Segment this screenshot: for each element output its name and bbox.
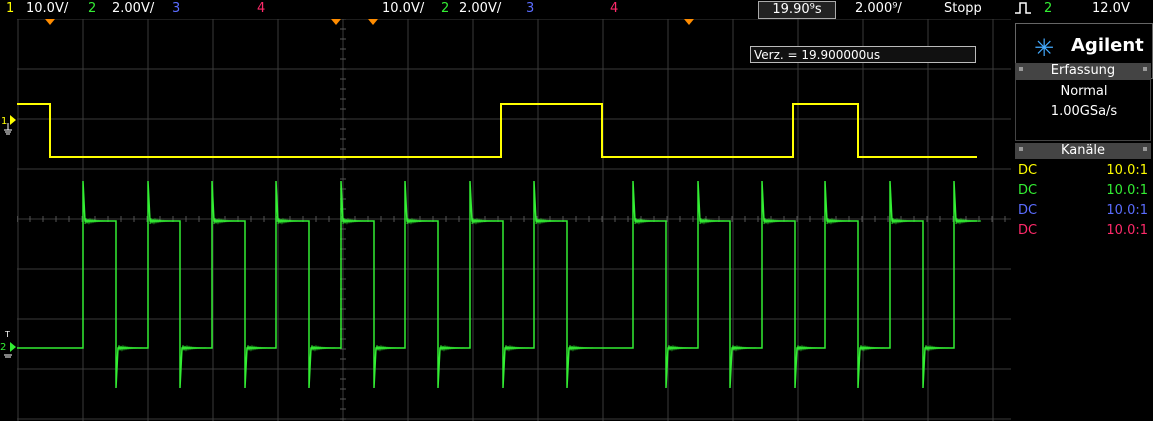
ch2-scale[interactable]: 2.00V/ (112, 1, 154, 16)
channel-2-probe: 10.0:1 (1106, 183, 1148, 198)
sample-rate: 1.00GSa/s (1050, 104, 1118, 119)
ch2-ringing (117, 344, 144, 352)
svg-text:T: T (4, 330, 10, 339)
ch2-marker-label: 2 (0, 342, 6, 353)
ch2-ground-marker[interactable]: T 2 (0, 330, 17, 360)
channels-section: DC 10.0:1 DC 10.0:1 DC 10.0:1 DC 10.0:1 (1015, 161, 1151, 245)
channels-header[interactable]: Kanäle (1015, 143, 1151, 159)
ch2-ringing (246, 344, 273, 352)
rising-edge-trigger-icon (1014, 0, 1032, 20)
channel-1-coupling: DC (1018, 163, 1038, 178)
graticule-and-traces (17, 19, 1011, 421)
ch4-number-right[interactable]: 4 (610, 1, 618, 16)
time-delay-box[interactable]: 19.90⁹s (758, 1, 836, 19)
trigger-position-marker (684, 19, 694, 25)
ch1-number[interactable]: 1 (6, 1, 14, 16)
ch2-ringing (924, 344, 951, 352)
ch1-trace (17, 103, 977, 158)
trigger-position-marker (331, 19, 341, 25)
timebase[interactable]: 2.000⁹/ (855, 1, 902, 16)
delay-readout-text: Verz. = 19.900000us (754, 48, 881, 62)
channel-row-3[interactable]: DC 10.0:1 (1018, 203, 1148, 223)
acquisition-header[interactable]: Erfassung (1015, 63, 1151, 79)
channel-row-1[interactable]: DC 10.0:1 (1018, 163, 1148, 183)
channel-row-4[interactable]: DC 10.0:1 (1018, 223, 1148, 243)
ch3-number[interactable]: 3 (172, 1, 180, 16)
ch1-ground-marker[interactable]: 1 (0, 110, 17, 138)
channel-4-coupling: DC (1018, 223, 1038, 238)
trigger-source[interactable]: 2 (1044, 1, 1052, 16)
ch1-marker-label: 1 (1, 116, 7, 127)
agilent-spark-icon: ✳ (1034, 34, 1055, 62)
side-panel: ✳ Agilent Erfassung Normal 1.00GSa/s Kan… (1013, 19, 1153, 421)
ch2-ringing (731, 344, 758, 352)
ch1-scale[interactable]: 10.0V/ (26, 1, 68, 16)
ch2-ringing (796, 344, 823, 352)
run-state[interactable]: Stopp (944, 1, 982, 16)
channel-2-coupling: DC (1018, 183, 1038, 198)
ch2-ringing (181, 344, 208, 352)
ch3-number-right[interactable]: 3 (526, 1, 534, 16)
acquisition-mode: Normal (1060, 84, 1108, 99)
delay-readout: Verz. = 19.900000us (750, 46, 976, 63)
ch4-number[interactable]: 4 (257, 1, 265, 16)
channels-title: Kanäle (1060, 143, 1106, 158)
waveform-display[interactable] (17, 19, 1011, 421)
ch2-ringing (439, 344, 466, 352)
ch2-ringing (859, 344, 886, 352)
acquisition-section: Normal 1.00GSa/s (1015, 79, 1151, 141)
channel-row-2[interactable]: DC 10.0:1 (1018, 183, 1148, 203)
brand-name: Agilent (1071, 35, 1144, 56)
ch2-ringing (375, 344, 402, 352)
ch2-number[interactable]: 2 (88, 1, 96, 16)
channel-4-probe: 10.0:1 (1106, 223, 1148, 238)
trigger-position-marker (368, 19, 378, 25)
channel-3-probe: 10.0:1 (1106, 203, 1148, 218)
ch2-scale-right[interactable]: 2.00V/ (459, 1, 501, 16)
channel-1-probe: 10.0:1 (1106, 163, 1148, 178)
trigger-position-marker (45, 19, 55, 25)
ch2-ringing (667, 344, 694, 352)
ch2-ringing (504, 344, 531, 352)
ch2-number-right[interactable]: 2 (441, 1, 449, 16)
trigger-level[interactable]: 12.0V (1092, 1, 1130, 16)
ch2-ringing (568, 344, 595, 352)
status-bar: 1 10.0V/ 2 2.00V/ 3 4 10.0V/ 2 2.00V/ 3 … (0, 0, 1153, 19)
ch1-scale-right[interactable]: 10.0V/ (382, 1, 424, 16)
ch2-trace (17, 180, 977, 389)
ch2-ringing (310, 344, 337, 352)
acquisition-title: Erfassung (1050, 63, 1116, 78)
time-delay-value: 19.90⁹s (772, 2, 822, 17)
channel-3-coupling: DC (1018, 203, 1038, 218)
